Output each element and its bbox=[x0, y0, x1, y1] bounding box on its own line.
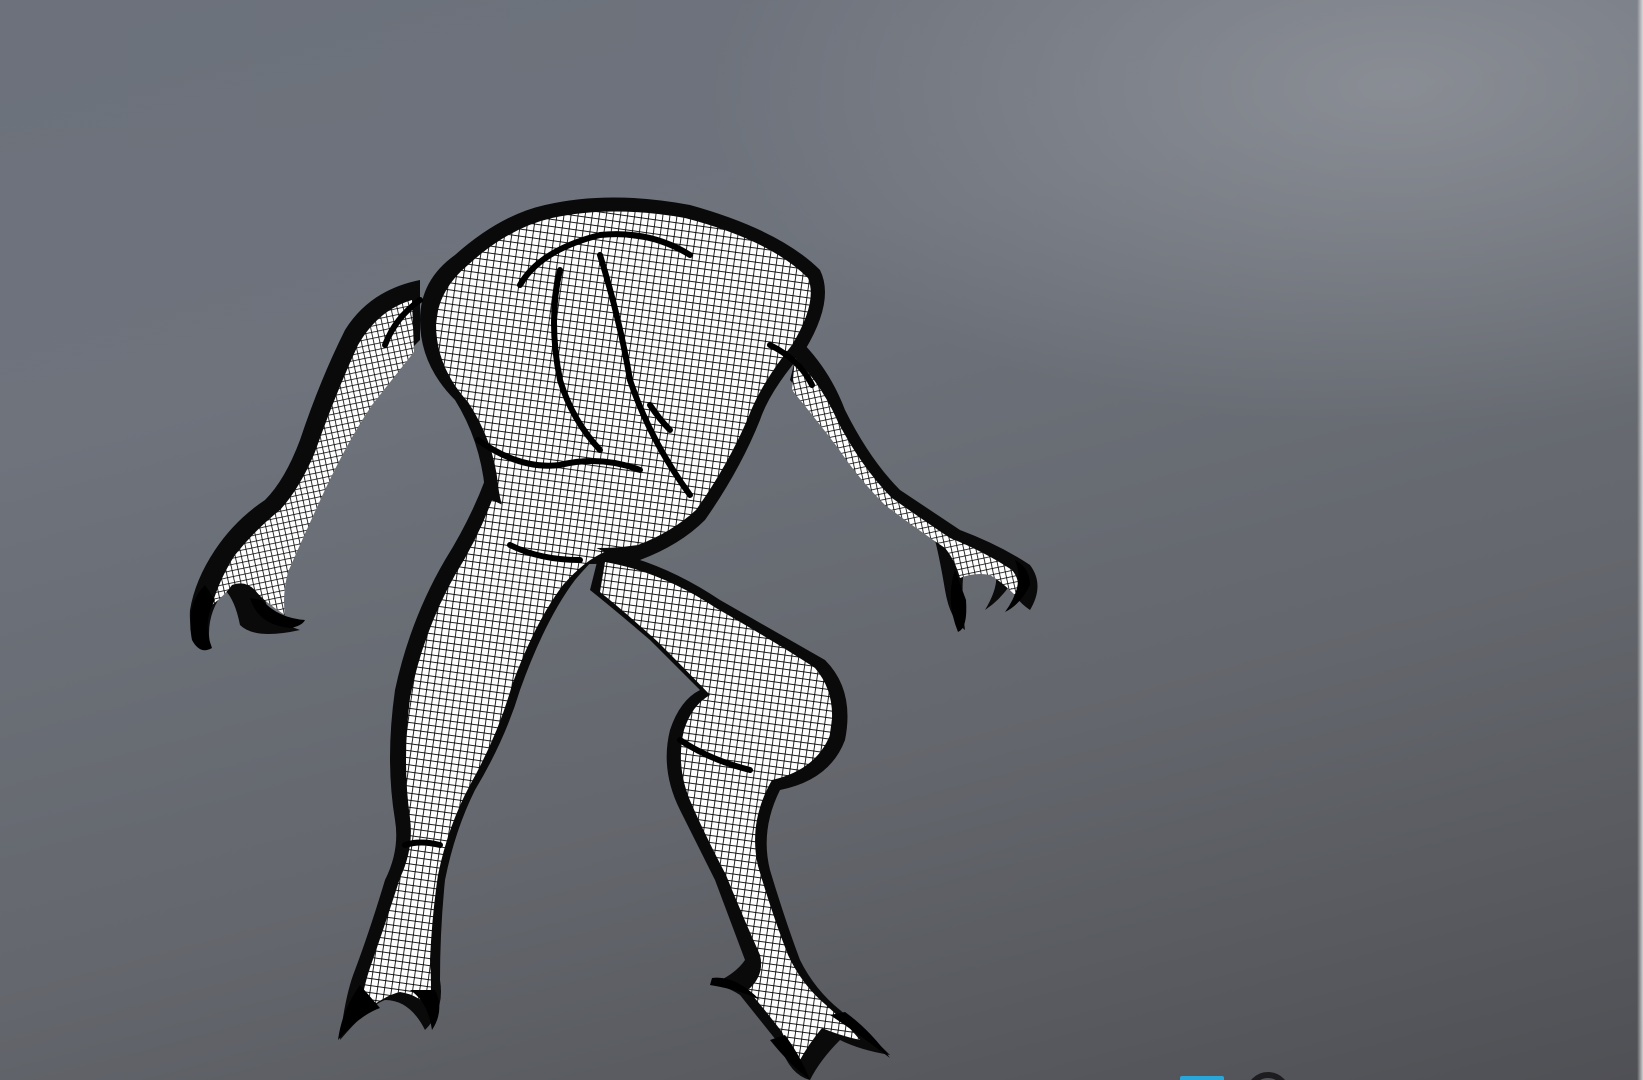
axis-orbit-indicator bbox=[1246, 1072, 1290, 1080]
mesh-surface-layer bbox=[212, 211, 1018, 1060]
axis-z-indicator bbox=[1180, 1076, 1224, 1080]
viewport-border bbox=[1637, 0, 1643, 1080]
axis-gizmo-icon[interactable] bbox=[1180, 1070, 1300, 1080]
claws bbox=[190, 560, 1030, 1080]
3d-viewport[interactable] bbox=[0, 0, 1643, 1080]
creature-wireframe-model[interactable] bbox=[0, 0, 1643, 1080]
